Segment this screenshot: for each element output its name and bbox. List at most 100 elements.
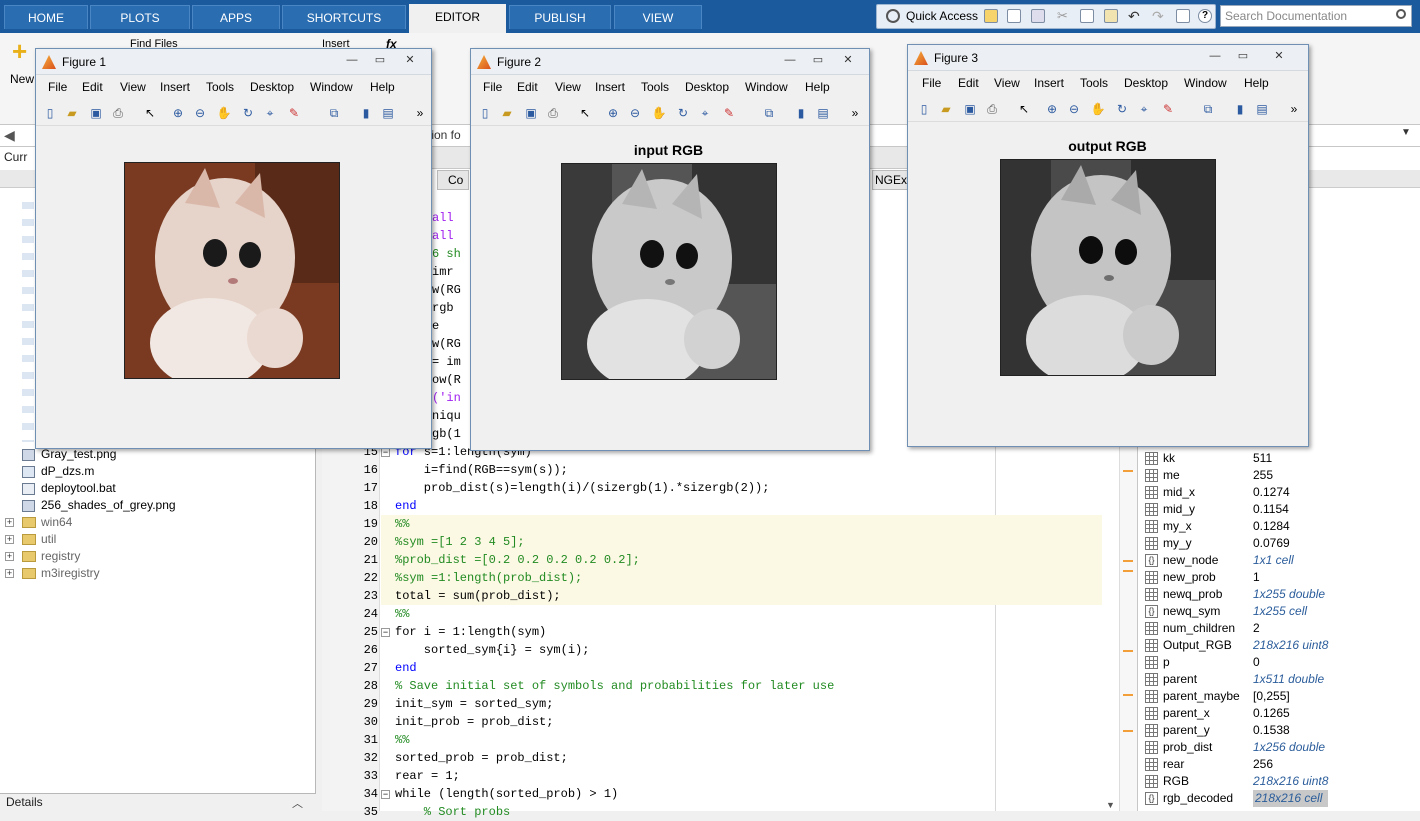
workspace-variable-row[interactable]: Output_RGB 218x216 uint8 [1143,637,1420,654]
tab-apps[interactable]: APPS [192,5,280,29]
close-icon[interactable]: ✕ [833,52,863,69]
new-script-icon[interactable] [1007,9,1021,23]
fold-icon[interactable]: − [381,448,390,457]
code-line[interactable]: end [395,659,417,677]
code-line[interactable]: init_sym = sorted_sym; [395,695,553,713]
menu-view[interactable]: View [555,80,581,94]
folder-item[interactable]: win64 [22,514,72,531]
menu-view[interactable]: View [120,80,146,94]
code-line[interactable]: prob_dist(s)=length(i)/(sizergb(1).*size… [395,479,770,497]
warning-marker[interactable] [1123,560,1133,562]
close-icon[interactable]: ✕ [395,52,425,69]
menu-file[interactable]: File [48,80,67,94]
editor-tab[interactable]: NGExa [872,170,914,190]
brush-icon[interactable]: ✎ [286,105,302,121]
menu-edit[interactable]: Edit [517,80,538,94]
code-line[interactable]: %sym =[1 2 3 4 5]; [395,533,525,551]
new-figure-icon[interactable]: ▯ [42,105,58,121]
zoom-out-icon[interactable]: ⊖ [627,105,643,121]
warning-marker[interactable] [1123,694,1133,696]
code-line[interactable]: sorted_prob = prob_dist; [395,749,568,767]
workspace-variable-row[interactable]: me 255 [1143,467,1420,484]
copy-icon[interactable] [1080,9,1094,23]
close-icon[interactable]: ✕ [1264,48,1294,65]
figure-title-bar[interactable]: Figure 1 — ▭ ✕ [36,49,431,75]
code-line[interactable]: %prob_dist =[0.2 0.2 0.2 0.2 0.2]; [395,551,640,569]
menu-window[interactable]: Window [310,80,353,94]
menu-insert[interactable]: Insert [595,80,625,94]
new-button-label[interactable]: New [10,72,34,86]
menu-help[interactable]: Help [1244,76,1269,90]
menu-file[interactable]: File [483,80,502,94]
fold-icon[interactable]: − [381,628,390,637]
save-icon[interactable]: ▣ [523,105,539,121]
save-icon[interactable]: ▣ [962,101,978,117]
print-icon[interactable]: ⎙ [984,101,1000,117]
code-line[interactable]: while (length(sorted_prob) > 1) [395,785,618,803]
workspace-variable-row[interactable]: num_children 2 [1143,620,1420,637]
pointer-icon[interactable]: ↖ [1016,101,1032,117]
save-icon[interactable]: ▣ [88,105,104,121]
figure-3-window[interactable]: Figure 3 — ▭ ✕ File Edit View Insert Too… [907,44,1309,447]
menu-insert[interactable]: Insert [160,80,190,94]
zoom-out-icon[interactable]: ⊖ [192,105,208,121]
new-figure-icon[interactable]: ▯ [477,105,493,121]
overflow-icon[interactable]: » [412,105,428,121]
maximize-icon[interactable]: ▭ [805,52,831,69]
open-folder-icon[interactable] [984,9,998,23]
gear-icon[interactable] [886,9,900,23]
data-cursor-icon[interactable]: ⌖ [1136,101,1152,117]
figure-title-bar[interactable]: Figure 3 — ▭ ✕ [908,45,1308,71]
workspace-variable-row[interactable]: new_prob 1 [1143,569,1420,586]
legend-icon[interactable]: ▤ [1254,101,1270,117]
code-line[interactable]: for i = 1:length(sym) [395,623,546,641]
fold-icon[interactable]: − [381,790,390,799]
zoom-in-icon[interactable]: ⊕ [1044,101,1060,117]
menu-tools[interactable]: Tools [1080,76,1108,90]
workspace-variable-row[interactable]: my_x 0.1284 [1143,518,1420,535]
rotate-icon[interactable]: ↻ [1114,101,1130,117]
switch-windows-icon[interactable] [1176,9,1190,23]
tab-view[interactable]: VIEW [614,5,702,29]
print-icon[interactable]: ⎙ [545,105,561,121]
zoom-in-icon[interactable]: ⊕ [605,105,621,121]
code-line[interactable]: %% [395,515,409,533]
overflow-icon[interactable]: » [1286,101,1302,117]
workspace-variable-row[interactable]: RGB 218x216 uint8 [1143,773,1420,790]
code-line[interactable]: rear = 1; [395,767,460,785]
tab-home[interactable]: HOME [4,5,88,29]
code-line[interactable]: init_prob = prob_dist; [395,713,553,731]
workspace-variable-row[interactable]: parent_maybe [0,255] [1143,688,1420,705]
warning-marker[interactable] [1123,650,1133,652]
figure-title-bar[interactable]: Figure 2 — ▭ ✕ [471,49,869,75]
pointer-icon[interactable]: ↖ [577,105,593,121]
menu-edit[interactable]: Edit [958,76,979,90]
workspace-variable-row[interactable]: {} newq_sym 1x255 cell [1143,603,1420,620]
workspace-variable-row[interactable]: newq_prob 1x255 double [1143,586,1420,603]
maximize-icon[interactable]: ▭ [1230,48,1256,65]
warning-marker[interactable] [1123,570,1133,572]
print-icon[interactable]: ⎙ [110,105,126,121]
menu-window[interactable]: Window [745,80,788,94]
expand-icon[interactable]: + [5,535,14,544]
editor-tab[interactable]: Co [437,170,469,190]
folder-item[interactable]: m3iregistry [22,565,100,582]
brush-icon[interactable]: ✎ [721,105,737,121]
warning-marker[interactable] [1123,730,1133,732]
link-plot-icon[interactable]: ⧉ [761,105,777,121]
open-icon[interactable]: ▰ [64,105,80,121]
folder-item[interactable]: util [22,531,56,548]
list-item[interactable]: 256_shades_of_grey.png [22,497,176,514]
menu-desktop[interactable]: Desktop [1124,76,1168,90]
workspace-variable-row[interactable]: parent_y 0.1538 [1143,722,1420,739]
zoom-out-icon[interactable]: ⊖ [1066,101,1082,117]
workspace-variable-row[interactable]: mid_y 0.1154 [1143,501,1420,518]
folder-item[interactable]: registry [22,548,80,565]
colorbar-icon[interactable]: ▮ [793,105,809,121]
menu-tools[interactable]: Tools [641,80,669,94]
list-item[interactable]: deploytool.bat [22,480,116,497]
data-cursor-icon[interactable]: ⌖ [697,105,713,121]
new-plus-icon[interactable]: + [12,38,34,64]
link-plot-icon[interactable]: ⧉ [326,105,342,121]
colorbar-icon[interactable]: ▮ [1232,101,1248,117]
